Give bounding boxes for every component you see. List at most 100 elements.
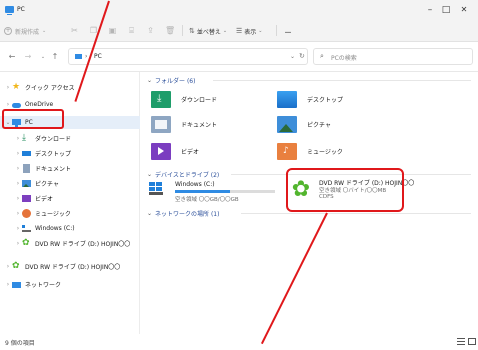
up-arrow-icon[interactable]: ↑ (50, 52, 60, 62)
dvd-drive-icon: ✿ (22, 238, 30, 248)
toolbar-divider (182, 25, 183, 36)
command-bar: + 新規作成 ⌄ ✂ ❐ ▣ ⌸ ⇪ 🗑 ⇅ 並べ替え ⌄ ☰ 表示 ⌄ … (0, 20, 478, 42)
sidebar-item-quick-access[interactable]: › ★ クイック アクセス (0, 81, 140, 94)
music-icon (22, 209, 31, 218)
recent-chevron-icon[interactable]: ⌄ (38, 52, 48, 62)
folder-downloads[interactable]: ⤓ ダウンロード (151, 88, 271, 110)
sidebar-item-label: ピクチャ (35, 181, 59, 188)
group-header-label: デバイスとドライブ (2) (155, 172, 220, 179)
chevron-right-icon[interactable]: › (14, 180, 22, 187)
drive-c-usage-bar (175, 190, 275, 193)
minimize-button[interactable]: – (424, 4, 436, 16)
plus-icon: + (4, 27, 12, 35)
download-folder-icon: ⤓ (151, 90, 171, 108)
refresh-icon[interactable]: ↻ (299, 52, 305, 60)
status-bar: 9 個の項目 (0, 334, 478, 350)
address-location: PC (94, 53, 102, 60)
dvd-drive-icon: ✿ (12, 261, 20, 271)
folder-pictures[interactable]: ピクチャ (277, 113, 397, 135)
search-input[interactable]: ⌕ PCの検索 (313, 48, 473, 65)
folder-desktop[interactable]: デスクトップ (277, 88, 397, 110)
chevron-right-icon[interactable]: › (14, 195, 22, 202)
sidebar-item-dvd-drive[interactable]: › ✿ DVD RW ドライブ (D:) HOJIN〇〇 (0, 237, 140, 250)
drive-base-icon (149, 192, 163, 195)
chevron-down-icon[interactable]: ⌄ (147, 77, 152, 84)
sidebar-item-downloads[interactable]: › ⤓ ダウンロード (0, 132, 140, 145)
new-button[interactable]: + 新規作成 ⌄ (4, 24, 46, 38)
chevron-down-icon[interactable]: ⌄ (147, 171, 152, 178)
sidebar-item-dvd-drive-root[interactable]: › ✿ DVD RW ドライブ (D:) HOJIN〇〇 (0, 260, 140, 273)
documents-folder-icon (151, 115, 171, 133)
chevron-right-icon[interactable]: › (85, 53, 87, 60)
close-button[interactable]: ✕ (458, 4, 470, 16)
desktop-icon (22, 149, 31, 158)
item-count: 9 個の項目 (5, 340, 35, 347)
address-box[interactable]: › PC ⌄ ↻ (68, 48, 308, 65)
chevron-down-icon: ⌄ (222, 28, 228, 34)
sidebar-item-music[interactable]: › ミュージック (0, 207, 140, 220)
back-arrow-icon[interactable]: ← (7, 52, 17, 62)
group-header-label: フォルダー (6) (155, 78, 196, 85)
rename-icon[interactable]: ⌸ (127, 26, 136, 35)
chevron-right-icon[interactable]: › (14, 240, 22, 247)
sidebar-item-label: クイック アクセス (25, 85, 75, 92)
view-label: 表示 (244, 28, 257, 36)
drive-c-tile[interactable]: Windows (C:) 空き領域 〇〇GB/〇〇GB (149, 180, 277, 206)
drive-c-name: Windows (C:) (175, 181, 215, 188)
network-group-header[interactable]: ⌄ ネットワークの場所 (1) (147, 209, 219, 218)
folder-videos[interactable]: ビデオ (151, 140, 271, 162)
chevron-down-icon: ⌄ (42, 28, 47, 34)
folder-label: ミュージック (307, 148, 343, 156)
sidebar-item-label: ドキュメント (35, 166, 72, 173)
chevron-down-icon: ⌄ (258, 28, 263, 34)
sort-button[interactable]: ⇅ 並べ替え ⌄ (189, 26, 227, 36)
folder-label: ドキュメント (181, 121, 218, 129)
drives-group-header[interactable]: ⌄ デバイスとドライブ (2) (147, 170, 219, 179)
sidebar-item-videos[interactable]: › ビデオ (0, 192, 140, 205)
pictures-folder-icon (277, 115, 297, 133)
chevron-down-icon[interactable]: ⌄ (147, 210, 152, 217)
chevron-right-icon[interactable]: › (14, 210, 22, 217)
videos-folder-icon (151, 142, 171, 160)
details-view-icon[interactable] (457, 338, 465, 345)
chevron-right-icon[interactable]: › (14, 150, 22, 157)
sidebar-item-drive-c[interactable]: › Windows (C:) (0, 222, 140, 235)
chevron-right-icon[interactable]: › (4, 101, 12, 108)
sidebar-item-label: ミュージック (35, 211, 71, 218)
network-icon (12, 280, 21, 289)
delete-icon[interactable]: 🗑 (165, 26, 175, 35)
sidebar-item-desktop[interactable]: › デスクトップ (0, 147, 140, 160)
chevron-right-icon[interactable]: › (4, 263, 12, 270)
folders-group-header[interactable]: ⌄ フォルダー (6) (147, 76, 195, 85)
folder-label: デスクトップ (307, 96, 344, 104)
folder-documents[interactable]: ドキュメント (151, 113, 271, 135)
more-options-button[interactable]: … (285, 26, 291, 36)
chevron-right-icon[interactable]: › (14, 135, 22, 142)
chevron-right-icon[interactable]: › (14, 225, 22, 232)
maximize-button[interactable]: □ (440, 4, 452, 16)
sidebar-item-documents[interactable]: › ドキュメント (0, 162, 140, 175)
chevron-right-icon[interactable]: › (4, 281, 12, 288)
folder-music[interactable]: ♪ ミュージック (277, 140, 397, 162)
new-label: 新規作成 (15, 28, 40, 36)
document-icon (22, 164, 31, 173)
annotation-highlight-dvd-drive (286, 168, 404, 212)
sidebar-item-label: DVD RW ドライブ (D:) HOJIN〇〇 (25, 264, 121, 271)
tiles-view-icon[interactable] (468, 338, 476, 345)
sidebar-item-label: ビデオ (35, 196, 54, 203)
forward-arrow-icon[interactable]: → (23, 52, 33, 62)
drive-c-free: 空き領域 〇〇GB/〇〇GB (175, 197, 239, 203)
toolbar-divider (276, 25, 277, 36)
sidebar-item-pictures[interactable]: › ピクチャ (0, 177, 140, 190)
chevron-down-icon[interactable]: ⌄ (290, 53, 295, 60)
paste-icon[interactable]: ▣ (108, 26, 117, 35)
chevron-right-icon[interactable]: › (4, 84, 12, 91)
annotation-highlight-pc (2, 109, 64, 129)
chevron-right-icon[interactable]: › (14, 165, 22, 172)
cut-icon[interactable]: ✂ (70, 26, 79, 35)
view-button[interactable]: ☰ 表示 ⌄ (236, 26, 263, 36)
drive-icon (22, 224, 31, 233)
share-icon[interactable]: ⇪ (146, 26, 155, 35)
sidebar-item-network[interactable]: › ネットワーク (0, 278, 140, 291)
window-title: PC (17, 6, 25, 13)
